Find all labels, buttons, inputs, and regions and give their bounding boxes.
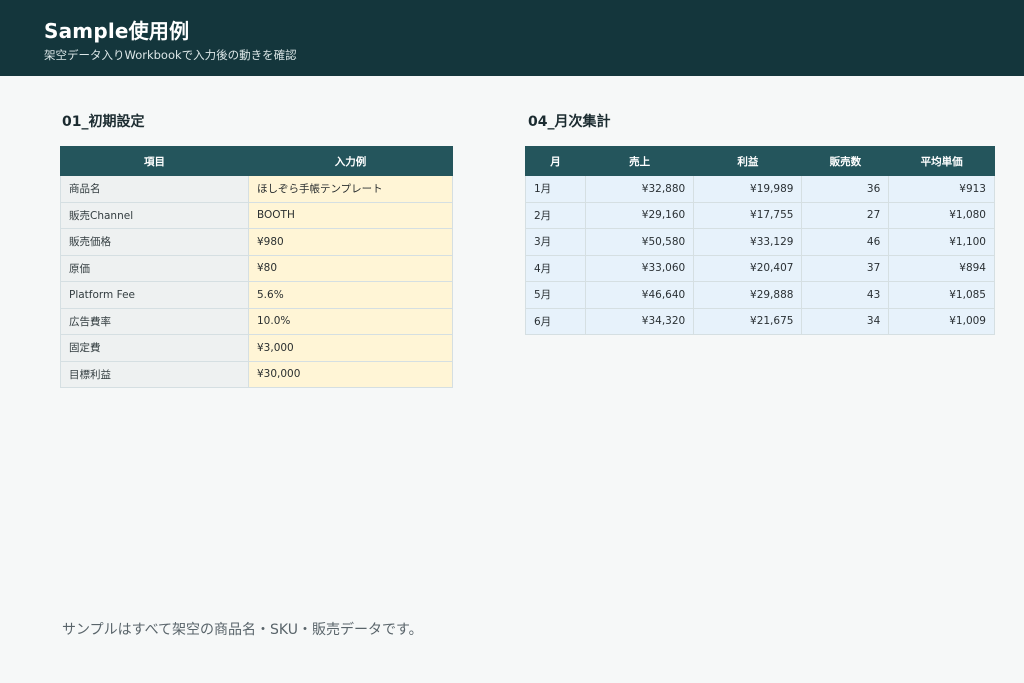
table-row: 商品名 ほしぞら手帳テンプレート <box>60 175 453 203</box>
setting-label: 商品名 <box>60 175 249 203</box>
table-row: 販売Channel BOOTH <box>60 201 453 229</box>
sales-cell: ¥29,160 <box>584 201 695 229</box>
table-row: 広告費率 10.0% <box>60 307 453 335</box>
month-cell: 6月 <box>525 307 586 335</box>
footer-note: サンプルはすべて架空の商品名・SKU・販売データです。 <box>62 622 423 638</box>
profit-cell: ¥33,129 <box>693 228 803 256</box>
monthly-col-sales: 売上 <box>584 146 695 176</box>
sales-cell: ¥46,640 <box>584 281 695 309</box>
sales-cell: ¥34,320 <box>584 307 695 335</box>
table-row: 目標利益 ¥30,000 <box>60 360 453 388</box>
monthly-col-units: 販売数 <box>801 146 890 176</box>
page-header: Sample使用例 架空データ入りWorkbookで入力後の動きを確認 <box>0 0 1024 76</box>
sales-cell: ¥33,060 <box>584 254 695 282</box>
avg-price-cell: ¥894 <box>888 254 995 282</box>
avg-price-cell: ¥913 <box>888 175 995 203</box>
units-cell: 27 <box>801 201 890 229</box>
monthly-col-profit: 利益 <box>693 146 803 176</box>
table-row: 原価 ¥80 <box>60 254 453 282</box>
table-row: 1月 ¥32,880 ¥19,989 36 ¥913 <box>525 175 995 203</box>
table-row: 固定費 ¥3,000 <box>60 334 453 362</box>
units-cell: 37 <box>801 254 890 282</box>
setting-value[interactable]: 10.0% <box>248 307 453 335</box>
profit-cell: ¥29,888 <box>693 281 803 309</box>
monthly-col-avg-price: 平均単価 <box>888 146 995 176</box>
setting-label: 販売価格 <box>60 228 249 256</box>
units-cell: 36 <box>801 175 890 203</box>
profit-cell: ¥19,989 <box>693 175 803 203</box>
page-title: Sample使用例 <box>44 19 190 43</box>
monthly-header-row: 月 売上 利益 販売数 平均単価 <box>525 146 995 176</box>
settings-header-row: 項目 入力例 <box>60 146 453 176</box>
sales-cell: ¥50,580 <box>584 228 695 256</box>
setting-value[interactable]: ¥80 <box>248 254 453 282</box>
avg-price-cell: ¥1,100 <box>888 228 995 256</box>
setting-value[interactable]: ¥3,000 <box>248 334 453 362</box>
monthly-section-title: 04_月次集計 <box>528 114 611 130</box>
month-cell: 4月 <box>525 254 586 282</box>
table-row: 5月 ¥46,640 ¥29,888 43 ¥1,085 <box>525 281 995 309</box>
setting-value[interactable]: ほしぞら手帳テンプレート <box>248 175 453 203</box>
table-row: 3月 ¥50,580 ¥33,129 46 ¥1,100 <box>525 228 995 256</box>
units-cell: 46 <box>801 228 890 256</box>
setting-value[interactable]: ¥30,000 <box>248 360 453 388</box>
setting-label: 広告費率 <box>60 307 249 335</box>
month-cell: 5月 <box>525 281 586 309</box>
month-cell: 2月 <box>525 201 586 229</box>
profit-cell: ¥20,407 <box>693 254 803 282</box>
table-row: 6月 ¥34,320 ¥21,675 34 ¥1,009 <box>525 307 995 335</box>
profit-cell: ¥17,755 <box>693 201 803 229</box>
units-cell: 34 <box>801 307 890 335</box>
setting-label: 販売Channel <box>60 201 249 229</box>
setting-value[interactable]: ¥980 <box>248 228 453 256</box>
settings-table: 項目 入力例 商品名 ほしぞら手帳テンプレート 販売Channel BOOTH 販売価格… <box>60 146 453 388</box>
setting-label: 目標利益 <box>60 360 249 388</box>
avg-price-cell: ¥1,009 <box>888 307 995 335</box>
sales-cell: ¥32,880 <box>584 175 695 203</box>
monthly-col-month: 月 <box>525 146 586 176</box>
table-row: Platform Fee 5.6% <box>60 281 453 309</box>
monthly-table: 月 売上 利益 販売数 平均単価 1月 ¥32,880 ¥19,989 36 ¥913 2… <box>525 146 995 335</box>
setting-label: Platform Fee <box>60 281 249 309</box>
units-cell: 43 <box>801 281 890 309</box>
profit-cell: ¥21,675 <box>693 307 803 335</box>
avg-price-cell: ¥1,080 <box>888 201 995 229</box>
page-subtitle: 架空データ入りWorkbookで入力後の動きを確認 <box>44 48 297 62</box>
table-row: 2月 ¥29,160 ¥17,755 27 ¥1,080 <box>525 201 995 229</box>
month-cell: 3月 <box>525 228 586 256</box>
setting-value[interactable]: BOOTH <box>248 201 453 229</box>
setting-value[interactable]: 5.6% <box>248 281 453 309</box>
table-row: 販売価格 ¥980 <box>60 228 453 256</box>
table-row: 4月 ¥33,060 ¥20,407 37 ¥894 <box>525 254 995 282</box>
settings-col-example: 入力例 <box>248 146 453 176</box>
setting-label: 固定費 <box>60 334 249 362</box>
setting-label: 原価 <box>60 254 249 282</box>
avg-price-cell: ¥1,085 <box>888 281 995 309</box>
settings-col-item: 項目 <box>60 146 249 176</box>
settings-section-title: 01_初期設定 <box>62 114 145 130</box>
month-cell: 1月 <box>525 175 586 203</box>
